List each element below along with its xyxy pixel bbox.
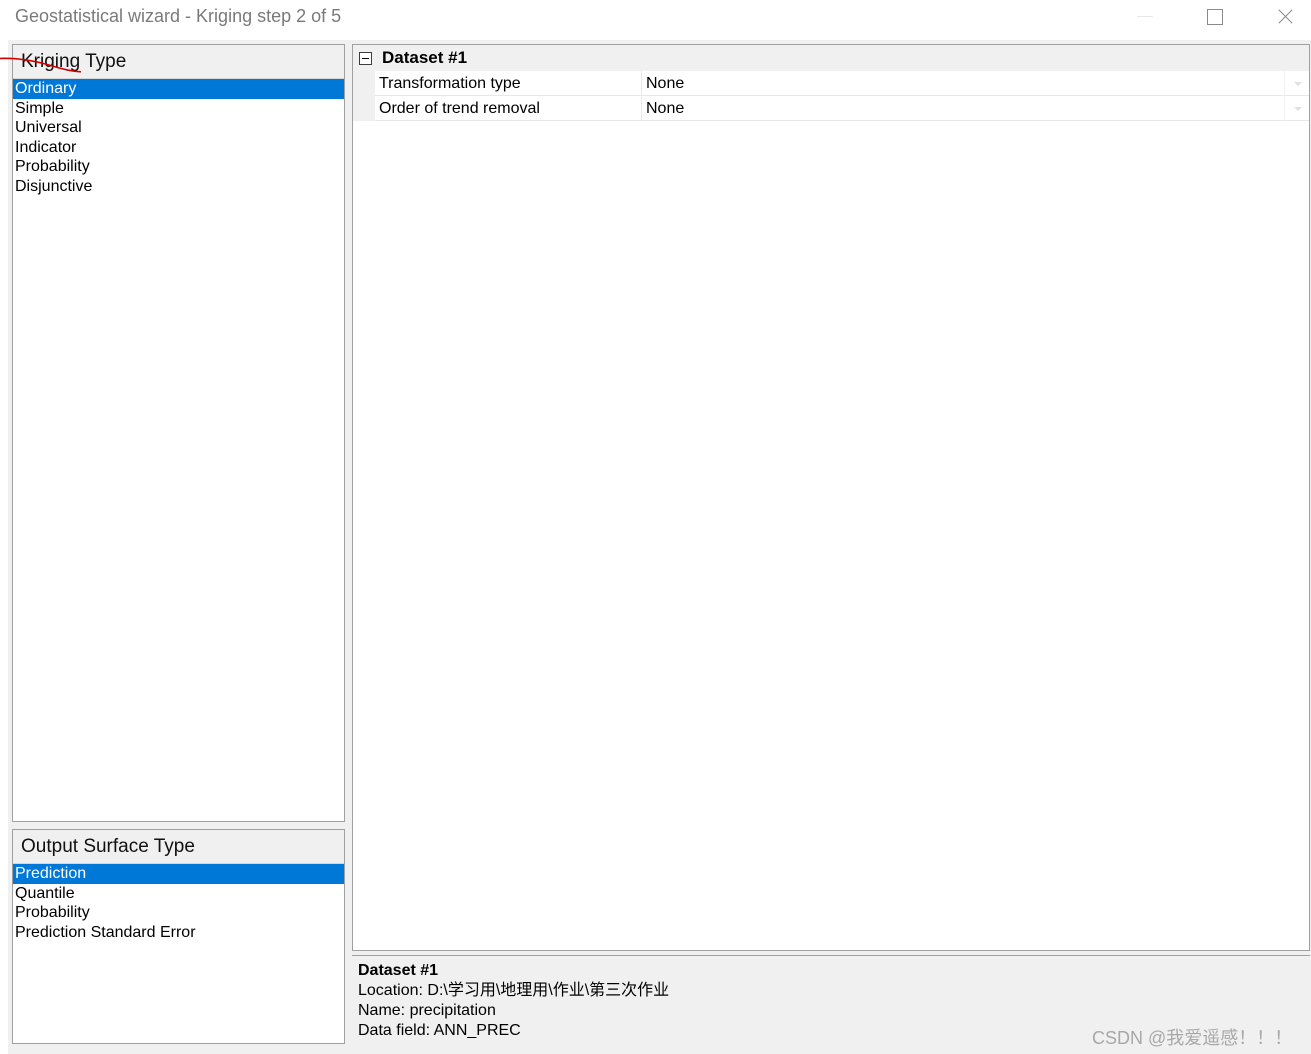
kriging-type-item[interactable]: Disjunctive [13,177,344,197]
minimize-button[interactable] [1110,0,1180,34]
output-surface-type-item[interactable]: Prediction [13,864,344,884]
description-location: Location: D:\学习用\地理用\作业\第三次作业 [358,982,670,999]
output-surface-type-item[interactable]: Quantile [13,884,344,904]
property-row: Order of trend removal None [353,96,1309,121]
kriging-type-item[interactable]: Probability [13,157,344,177]
kriging-type-list: Ordinary Simple Universal Indicator Prob… [13,79,344,196]
property-grid: Dataset #1 Transformation type None Orde… [352,44,1310,951]
property-value[interactable]: None [642,96,1284,121]
output-surface-type-item[interactable]: Probability [13,903,344,923]
description-name: Name: precipitation [358,1002,496,1019]
row-gutter [353,96,375,121]
property-name[interactable]: Order of trend removal [375,96,642,121]
kriging-type-item[interactable]: Ordinary [13,79,344,99]
kriging-type-item[interactable]: Simple [13,99,344,119]
output-surface-type-header: Output Surface Type [13,830,344,864]
dropdown-arrow-icon[interactable] [1284,71,1309,96]
category-row: Dataset #1 [353,45,1309,71]
maximize-button[interactable] [1180,0,1250,34]
title-bar: Geostatistical wizard - Kriging step 2 o… [0,0,1311,38]
property-name[interactable]: Transformation type [375,71,642,96]
output-surface-type-list: Prediction Quantile Probability Predicti… [13,864,344,942]
row-gutter [353,71,375,96]
dropdown-arrow-icon[interactable] [1284,96,1309,121]
watermark: CSDN @我爱遥感！！！ [1092,1028,1293,1048]
kriging-type-panel: Kriging Type Ordinary Simple Universal I… [12,44,345,822]
property-row: Transformation type None [353,71,1309,96]
wizard-client-area: Kriging Type Ordinary Simple Universal I… [8,40,1311,1054]
close-button[interactable] [1250,0,1311,34]
property-value[interactable]: None [642,71,1284,96]
output-surface-type-panel: Output Surface Type Prediction Quantile … [12,829,345,1044]
category-label: Dataset #1 [382,48,468,67]
kriging-type-item[interactable]: Indicator [13,138,344,158]
kriging-type-item[interactable]: Universal [13,118,344,138]
collapse-icon[interactable] [359,52,372,65]
description-title: Dataset #1 [358,962,439,979]
window-title: Geostatistical wizard - Kriging step 2 o… [15,6,342,26]
kriging-type-header: Kriging Type [13,45,344,79]
output-surface-type-item[interactable]: Prediction Standard Error [13,923,344,943]
